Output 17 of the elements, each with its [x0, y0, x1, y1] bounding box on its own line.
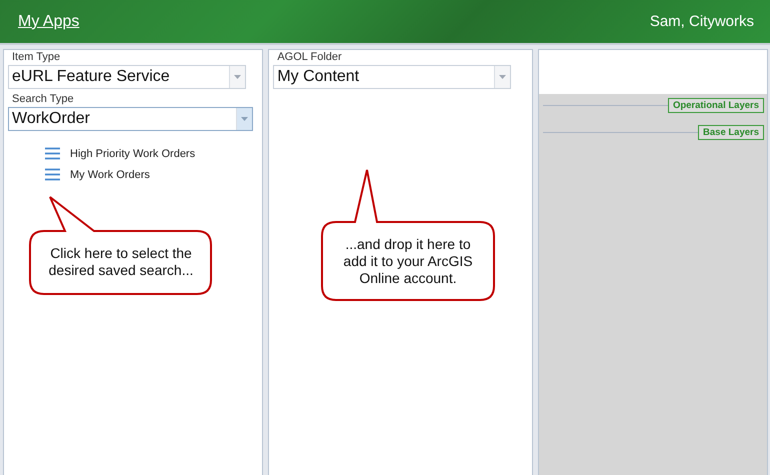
saved-search-item[interactable]: High Priority Work Orders: [70, 148, 196, 160]
item-type-dropdown[interactable]: eURL Feature Service: [8, 65, 246, 89]
saved-search-item[interactable]: My Work Orders: [70, 168, 150, 180]
user-name: Sam, Cityworks: [650, 13, 754, 30]
field-label: Item Type: [11, 51, 62, 63]
field-label: Search Type: [11, 93, 75, 105]
callout-text: Click here to select the desired saved search...: [48, 245, 194, 279]
dropdown-arrow-icon: [241, 117, 248, 121]
list-icon: [45, 147, 60, 160]
dropdown-arrow-icon: [499, 75, 506, 79]
search-type-dropdown[interactable]: WorkOrder: [8, 107, 253, 131]
callout-text: ...and drop it here to add it to your ArcGIS Online account.: [342, 236, 474, 287]
field-label: AGOL Folder: [276, 51, 343, 63]
my-apps-link[interactable]: My Apps: [18, 12, 80, 30]
list-icon: [45, 168, 60, 181]
agol-folder-dropdown[interactable]: My Content: [273, 65, 512, 89]
dropdown-arrow-icon: [234, 75, 241, 79]
